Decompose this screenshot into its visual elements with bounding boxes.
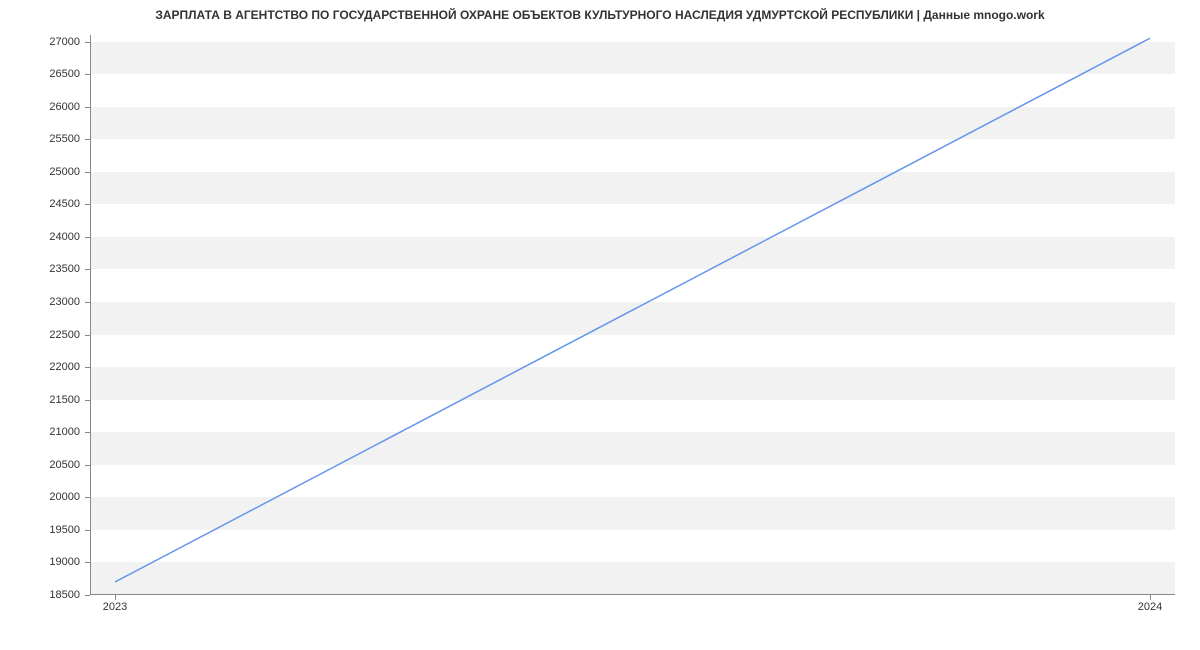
y-tick-label: 18500 — [0, 589, 80, 601]
y-tick-mark — [85, 107, 90, 108]
y-tick-mark — [85, 562, 90, 563]
y-tick-mark — [85, 595, 90, 596]
x-tick-mark — [1150, 595, 1151, 600]
y-tick-label: 22000 — [0, 361, 80, 373]
y-tick-mark — [85, 172, 90, 173]
y-tick-mark — [85, 42, 90, 43]
y-tick-label: 26000 — [0, 101, 80, 113]
series-line — [115, 38, 1150, 582]
y-tick-mark — [85, 497, 90, 498]
x-tick-mark — [115, 595, 116, 600]
y-tick-mark — [85, 530, 90, 531]
y-tick-label: 24000 — [0, 231, 80, 243]
plot-area: 20232024 — [90, 35, 1175, 595]
x-tick-label: 2024 — [1138, 601, 1162, 613]
y-tick-label: 20000 — [0, 491, 80, 503]
y-tick-label: 25000 — [0, 166, 80, 178]
y-tick-label: 23000 — [0, 296, 80, 308]
y-tick-mark — [85, 302, 90, 303]
y-tick-mark — [85, 139, 90, 140]
y-tick-label: 19500 — [0, 524, 80, 536]
y-tick-label: 20500 — [0, 459, 80, 471]
y-tick-label: 21500 — [0, 394, 80, 406]
y-tick-mark — [85, 400, 90, 401]
y-tick-mark — [85, 237, 90, 238]
x-tick-label: 2023 — [103, 601, 127, 613]
y-tick-label: 27000 — [0, 36, 80, 48]
y-tick-mark — [85, 465, 90, 466]
y-tick-label: 19000 — [0, 556, 80, 568]
y-tick-mark — [85, 74, 90, 75]
chart-line-svg — [90, 35, 1175, 595]
y-tick-label: 22500 — [0, 329, 80, 341]
y-tick-mark — [85, 269, 90, 270]
chart-title: ЗАРПЛАТА В АГЕНТСТВО ПО ГОСУДАРСТВЕННОЙ … — [0, 8, 1200, 22]
y-tick-label: 25500 — [0, 133, 80, 145]
y-tick-label: 21000 — [0, 426, 80, 438]
y-tick-label: 24500 — [0, 198, 80, 210]
y-tick-mark — [85, 367, 90, 368]
y-tick-label: 23500 — [0, 263, 80, 275]
y-tick-mark — [85, 204, 90, 205]
y-tick-mark — [85, 432, 90, 433]
y-tick-mark — [85, 335, 90, 336]
y-tick-label: 26500 — [0, 68, 80, 80]
